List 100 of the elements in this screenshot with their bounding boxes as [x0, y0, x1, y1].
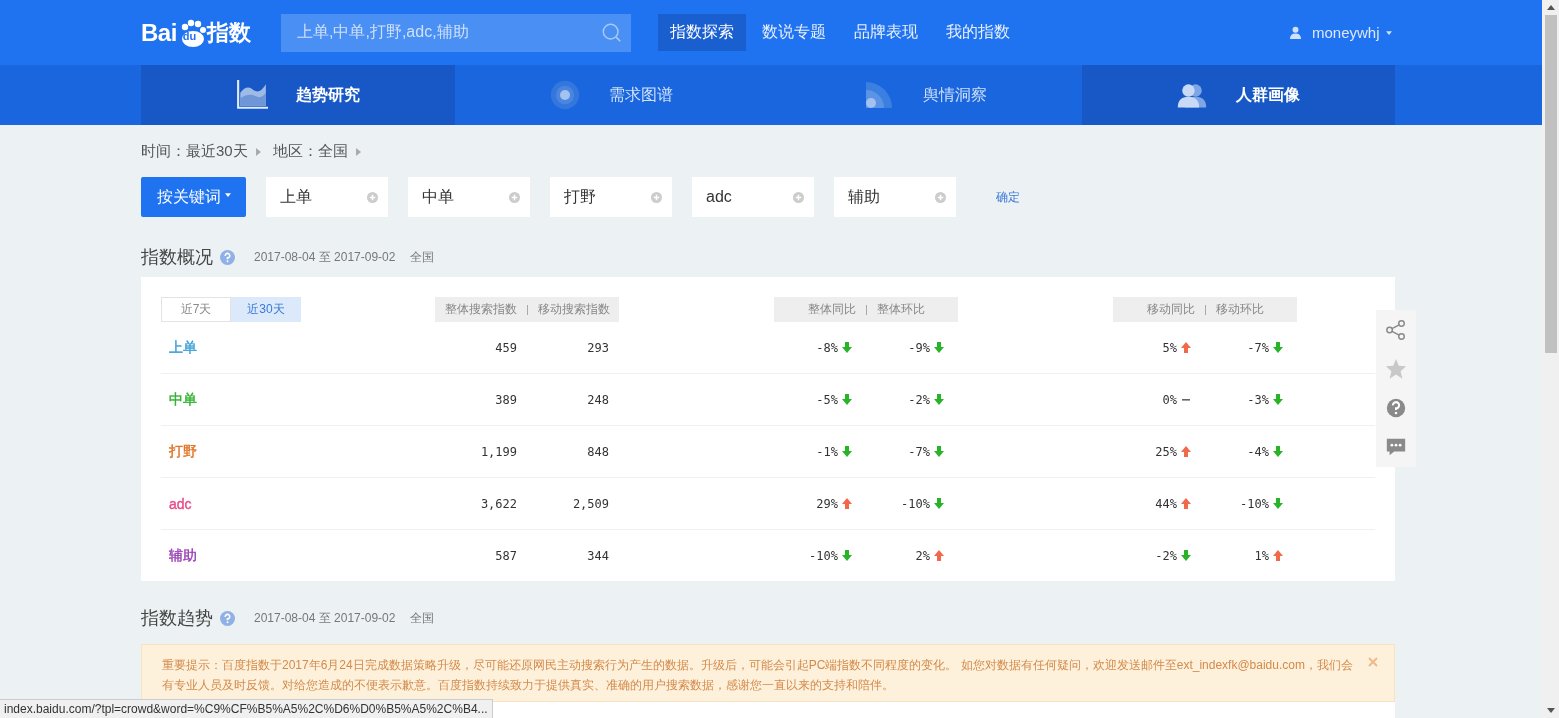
share-icon[interactable] [1385, 318, 1407, 342]
sub-nav-tab[interactable]: 舆情洞察 [768, 65, 1082, 125]
keyword-link[interactable]: adc [161, 495, 192, 512]
table-cell-text: 344 [587, 548, 610, 563]
table-cell: -4% [1247, 444, 1269, 459]
down-arrow-icon [842, 550, 852, 561]
table-cell: 44% [1155, 496, 1177, 511]
keyword-mode-button[interactable]: 按关键词 [141, 177, 246, 217]
region-label: 全国 [410, 609, 435, 627]
triangle-icon [355, 147, 361, 156]
filter-dropdown[interactable]: 时间：最近30天 [141, 143, 261, 160]
table-cell: 2% [915, 548, 930, 563]
table-cell: -10% [1240, 496, 1269, 511]
nav-tab[interactable]: 数说专题 [750, 14, 838, 51]
down-arrow-icon [842, 446, 852, 457]
table-cell: -5% [816, 392, 838, 407]
logo[interactable]: Bai du 指数 [141, 17, 281, 48]
user-icon[interactable] [1289, 26, 1302, 39]
add-icon[interactable] [935, 191, 946, 203]
keyword-field[interactable]: 辅助 [834, 177, 956, 217]
triangle-icon [255, 147, 261, 156]
table-cell-text: 389 [495, 392, 518, 407]
nav-tab[interactable]: 我的指数 [934, 14, 1022, 51]
table-cell: -2% [1155, 548, 1177, 563]
down-arrow-icon [934, 342, 944, 353]
add-icon[interactable] [651, 191, 662, 203]
range-tab[interactable]: 近7天 [161, 297, 231, 322]
down-arrow-icon [842, 394, 852, 405]
help-icon[interactable] [220, 610, 235, 626]
star-icon[interactable] [1385, 357, 1407, 381]
up-arrow-icon [1181, 498, 1191, 509]
caret-icon [224, 193, 231, 197]
add-icon[interactable] [509, 191, 520, 203]
table-cell: -10% [901, 496, 930, 511]
column-header: 移动同比 移动环比 [1113, 297, 1297, 322]
sub-nav-tab[interactable]: 趋势研究 [141, 65, 455, 125]
keyword-field[interactable]: 中单 [408, 177, 530, 217]
table-cell-text: 3,622 [480, 496, 518, 511]
table-cell-text: 459 [495, 340, 518, 355]
column-header: 整体同比 整体环比 [774, 297, 958, 322]
keyword-link[interactable]: 上单 [161, 338, 197, 357]
date-range: 2017-08-04 至 2017-09-02 [254, 248, 396, 266]
table-cell: -7% [1247, 340, 1269, 355]
scrollbar[interactable] [1542, 0, 1559, 718]
target-icon [549, 80, 582, 110]
add-icon[interactable] [793, 191, 804, 203]
scrollbar-thumb[interactable] [1544, 15, 1557, 353]
table-cell: -7% [908, 444, 930, 459]
column-header: 整体搜索指数 移动搜索指数 [435, 297, 619, 322]
down-arrow-icon [1273, 342, 1283, 353]
section-title: 指数概况 [141, 246, 213, 269]
add-icon[interactable] [367, 191, 378, 203]
table-cell: -8% [816, 340, 838, 355]
down-arrow-icon [934, 394, 944, 405]
nav-tab[interactable]: 品牌表现 [842, 14, 930, 51]
search-icon[interactable] [601, 21, 623, 44]
table-cell: -9% [908, 340, 930, 355]
table-cell-text: 848 [587, 444, 610, 459]
up-arrow-icon [1273, 550, 1283, 561]
help-icon[interactable] [1385, 396, 1407, 420]
search-field[interactable]: 上单,中单,打野,adc,辅助 [281, 13, 631, 52]
up-arrow-icon [842, 498, 852, 509]
section-title: 指数趋势 [141, 607, 213, 630]
confirm-link[interactable]: 确定 [996, 188, 1020, 206]
down-arrow-icon[interactable] [1546, 708, 1555, 713]
down-arrow-icon [1273, 498, 1283, 509]
status-bar-url: index.baidu.com/?tpl=crowd&word=%C9%CF%B5%A5%2C%D6%D0%B5%A5%2C%B4... [0, 699, 493, 718]
nav-tab[interactable]: 指数探索 [658, 14, 746, 51]
caret-icon[interactable] [1385, 30, 1392, 35]
filter-dropdown[interactable]: 地区：全国 [272, 143, 361, 160]
table-cell: -2% [908, 392, 930, 407]
table-cell: 0% [1162, 392, 1177, 407]
table-cell: 1% [1254, 548, 1269, 563]
up-arrow-icon[interactable] [1546, 5, 1555, 10]
keyword-link[interactable]: 辅助 [161, 546, 197, 565]
keyword-field[interactable]: adc [692, 177, 814, 217]
close-icon[interactable] [1368, 657, 1378, 667]
sub-nav-tab[interactable]: 需求图谱 [454, 65, 768, 125]
up-arrow-icon [934, 550, 944, 561]
table-cell-text: 248 [587, 392, 610, 407]
up-arrow-icon [1181, 342, 1191, 353]
user-name[interactable]: moneywhj [1312, 24, 1380, 41]
table-cell-text: 293 [587, 340, 610, 355]
table-cell-text: 1,199 [480, 444, 518, 459]
down-arrow-icon [1181, 550, 1191, 561]
keyword-link[interactable]: 打野 [161, 442, 197, 461]
range-tab[interactable]: 近30天 [231, 297, 301, 322]
table-cell-text: 587 [495, 548, 518, 563]
table-cell-text: 2,509 [572, 496, 610, 511]
keyword-field[interactable]: 上单 [266, 177, 388, 217]
table-cell: -1% [816, 444, 838, 459]
help-icon[interactable] [220, 249, 235, 265]
table-cell: 29% [816, 496, 838, 511]
keyword-field[interactable]: 打野 [550, 177, 672, 217]
region-label: 全国 [410, 248, 435, 266]
area-chart-icon [235, 80, 268, 110]
keyword-link[interactable]: 中单 [161, 390, 197, 409]
down-arrow-icon [934, 446, 944, 457]
down-arrow-icon [1273, 394, 1283, 405]
sub-nav-tab[interactable]: 人群画像 [1081, 65, 1395, 125]
